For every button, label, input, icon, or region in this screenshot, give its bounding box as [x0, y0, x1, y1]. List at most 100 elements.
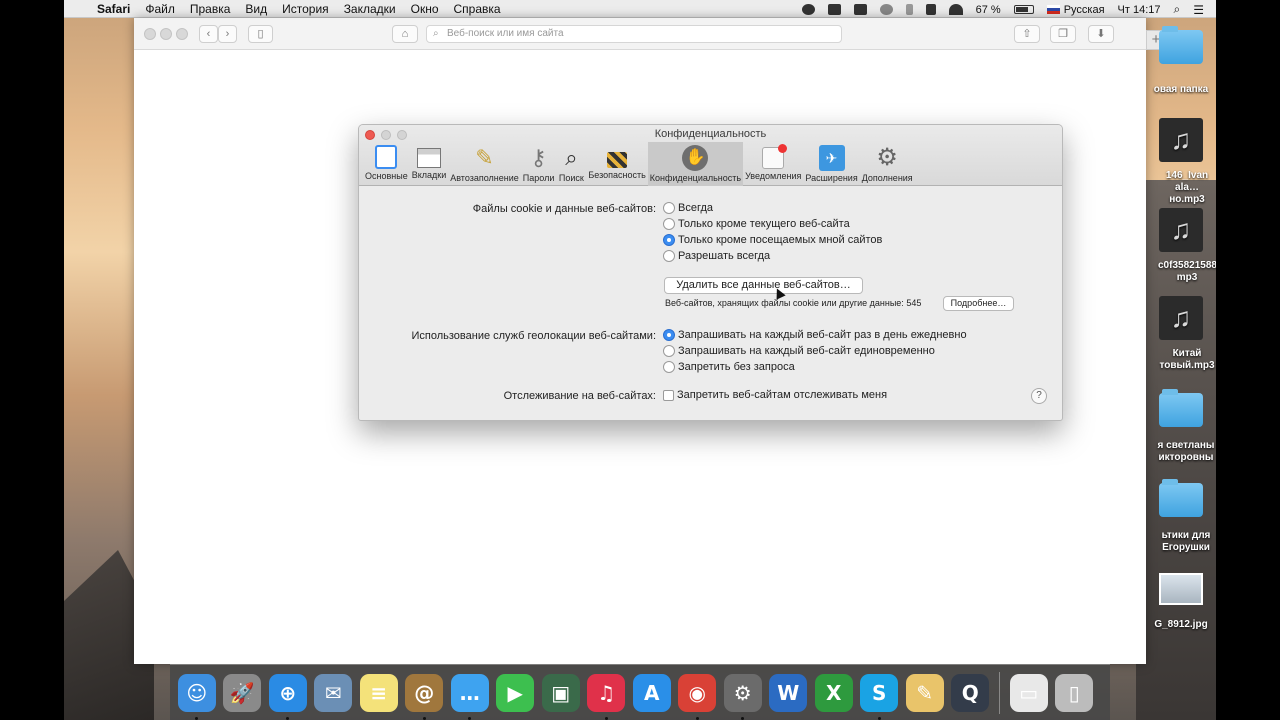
notes-icon: ≡: [359, 673, 398, 712]
checkmark-icon[interactable]: [827, 4, 841, 15]
facetime-dock-item[interactable]: ▶: [493, 670, 539, 716]
home-button[interactable]: ⌂: [392, 25, 418, 43]
downloads-button[interactable]: ⬇: [1088, 25, 1114, 43]
location-option-deny[interactable]: Запретить без запроса: [663, 361, 795, 373]
excel-dock-item[interactable]: X: [811, 670, 857, 716]
radio-button[interactable]: [663, 218, 675, 230]
share-button[interactable]: ⇧: [1014, 25, 1040, 43]
tab-passwords[interactable]: ⚷ Пароли: [521, 142, 557, 186]
help-button[interactable]: ?: [1031, 388, 1047, 404]
window-zoom-button[interactable]: [176, 28, 188, 40]
desktop-mp3-file[interactable]: ♫ 146_Ivan ala…но.mp3: [1146, 118, 1216, 206]
menu-view[interactable]: Вид: [245, 2, 267, 16]
menu-edit[interactable]: Правка: [190, 2, 231, 16]
menu-app-name[interactable]: Safari: [97, 2, 130, 16]
desktop-folder[interactable]: овая папка: [1146, 26, 1216, 96]
airplay-icon[interactable]: [853, 4, 867, 15]
location-option-once[interactable]: Запрашивать на каждый веб-сайт единоврем…: [663, 345, 935, 357]
volume-icon[interactable]: [925, 4, 936, 15]
pencil-icon: ✎: [475, 145, 494, 170]
notification-center-icon[interactable]: ☰: [1193, 3, 1204, 17]
option-label: Запретить веб-сайтам отслеживать меня: [677, 389, 888, 401]
forward-button[interactable]: ›: [218, 25, 237, 43]
word-dock-item[interactable]: W: [766, 670, 812, 716]
messages-dock-item[interactable]: …: [447, 670, 493, 720]
window-close-button[interactable]: [144, 28, 156, 40]
app-store-dock-item[interactable]: A: [629, 670, 675, 716]
battery-percent[interactable]: 67 %: [976, 4, 1001, 16]
window-minimize-button[interactable]: [160, 28, 172, 40]
desktop-mp3-file[interactable]: ♫ c0f35821588. mp3: [1146, 208, 1216, 284]
wifi-icon[interactable]: [948, 4, 963, 15]
time-machine-icon[interactable]: [879, 4, 893, 15]
preview-dock-item[interactable]: ✎: [902, 670, 948, 716]
bluetooth-icon[interactable]: [905, 4, 913, 15]
desktop-item-label: c0f35821588. mp3: [1158, 260, 1216, 283]
location-option-daily[interactable]: Запрашивать на каждый веб-сайт раз в ден…: [663, 329, 967, 341]
system-preferences-dock-item[interactable]: ⚙: [720, 670, 766, 720]
radio-button[interactable]: [663, 202, 675, 214]
mail-dock-item[interactable]: ✉: [311, 670, 357, 716]
clock[interactable]: Чт 14:17: [1118, 4, 1161, 16]
tracking-option[interactable]: Запретить веб-сайтам отслеживать меня: [663, 389, 887, 401]
tab-privacy[interactable]: ✋ Конфиденциальность: [647, 142, 744, 186]
finder-dock-item[interactable]: ☺: [174, 670, 220, 720]
tab-tabs[interactable]: Вкладки: [410, 142, 449, 186]
tabs-icon: [416, 148, 441, 168]
menu-help[interactable]: Справка: [454, 2, 501, 16]
trash-dock-item[interactable]: ▯: [1052, 670, 1098, 716]
menu-file[interactable]: Файл: [145, 2, 175, 16]
radio-button-selected[interactable]: [663, 329, 675, 341]
desktop-folder[interactable]: ьтики для Егорушки: [1146, 479, 1216, 554]
menu-bookmarks[interactable]: Закладки: [344, 2, 396, 16]
menu-history[interactable]: История: [282, 2, 329, 16]
address-bar[interactable]: ⌕ Веб-поиск или имя сайта: [426, 25, 842, 43]
app-store-icon: A: [632, 673, 671, 712]
safari-dock-item[interactable]: ⊕: [265, 670, 311, 720]
details-button[interactable]: Подробнее…: [943, 296, 1014, 311]
desktop-mp3-file[interactable]: ♫ Китай товый.mp3: [1146, 296, 1216, 372]
record-icon[interactable]: [801, 4, 815, 15]
quicktime-dock-item[interactable]: Q: [948, 670, 994, 716]
show-tabs-button[interactable]: ❐: [1050, 25, 1076, 43]
do-not-track-checkbox[interactable]: [663, 389, 674, 401]
tab-autofill[interactable]: ✎ Автозаполнение: [448, 142, 521, 186]
contacts-dock-item[interactable]: @: [402, 670, 448, 720]
menu-window[interactable]: Окно: [411, 2, 439, 16]
notes-dock-item[interactable]: ≡: [356, 670, 402, 716]
chrome-dock-item[interactable]: ◉: [675, 670, 721, 720]
cookies-option-visited-sites[interactable]: Только кроме посещаемых мной сайтов: [663, 234, 882, 246]
back-button[interactable]: ‹: [199, 25, 218, 43]
address-placeholder: Веб-поиск или имя сайта: [447, 28, 564, 39]
tab-search[interactable]: ⌕ Поиск: [556, 142, 586, 186]
input-source[interactable]: Русская: [1064, 4, 1105, 16]
desktop-item-label: ьтики для Егорушки: [1161, 530, 1211, 553]
downloads-stack-dock-item[interactable]: ▭: [1006, 670, 1052, 716]
desktop-folder[interactable]: я светланы икторовны: [1146, 389, 1216, 464]
tab-security[interactable]: Безопасность: [586, 142, 647, 186]
tab-extensions[interactable]: ✈ Расширения: [803, 142, 859, 186]
cookies-option-always[interactable]: Всегда: [663, 202, 713, 214]
desktop-image-file[interactable]: G_8912.jpg: [1146, 573, 1216, 631]
cookies-option-allow-always[interactable]: Разрешать всегда: [663, 250, 770, 262]
radio-button[interactable]: [663, 250, 675, 262]
tab-notifications[interactable]: Уведомления: [743, 142, 803, 186]
tab-general[interactable]: Основные: [363, 142, 410, 186]
russian-flag-icon[interactable]: [1046, 5, 1060, 14]
sidebar-button[interactable]: ▯: [248, 25, 273, 43]
launchpad-dock-item[interactable]: 🚀: [220, 670, 266, 716]
battery-icon[interactable]: [1013, 5, 1034, 14]
radio-button[interactable]: [663, 345, 675, 357]
music-file-icon: ♫: [1159, 296, 1203, 340]
radio-button-selected[interactable]: [663, 234, 675, 246]
photo-booth-dock-item[interactable]: ▣: [538, 670, 584, 716]
remove-all-website-data-button[interactable]: Удалить все данные веб-сайтов…: [664, 277, 863, 294]
radio-button[interactable]: [663, 361, 675, 373]
cookies-option-current-site[interactable]: Только кроме текущего веб-сайта: [663, 218, 850, 230]
search-icon: ⌕: [433, 28, 439, 39]
running-indicator: [422, 716, 426, 720]
skype-dock-item[interactable]: S: [857, 670, 903, 720]
spotlight-icon[interactable]: ⌕: [1174, 2, 1181, 17]
tab-advanced[interactable]: ⚙ Дополнения: [860, 142, 915, 186]
itunes-dock-item[interactable]: ♫: [584, 670, 630, 720]
